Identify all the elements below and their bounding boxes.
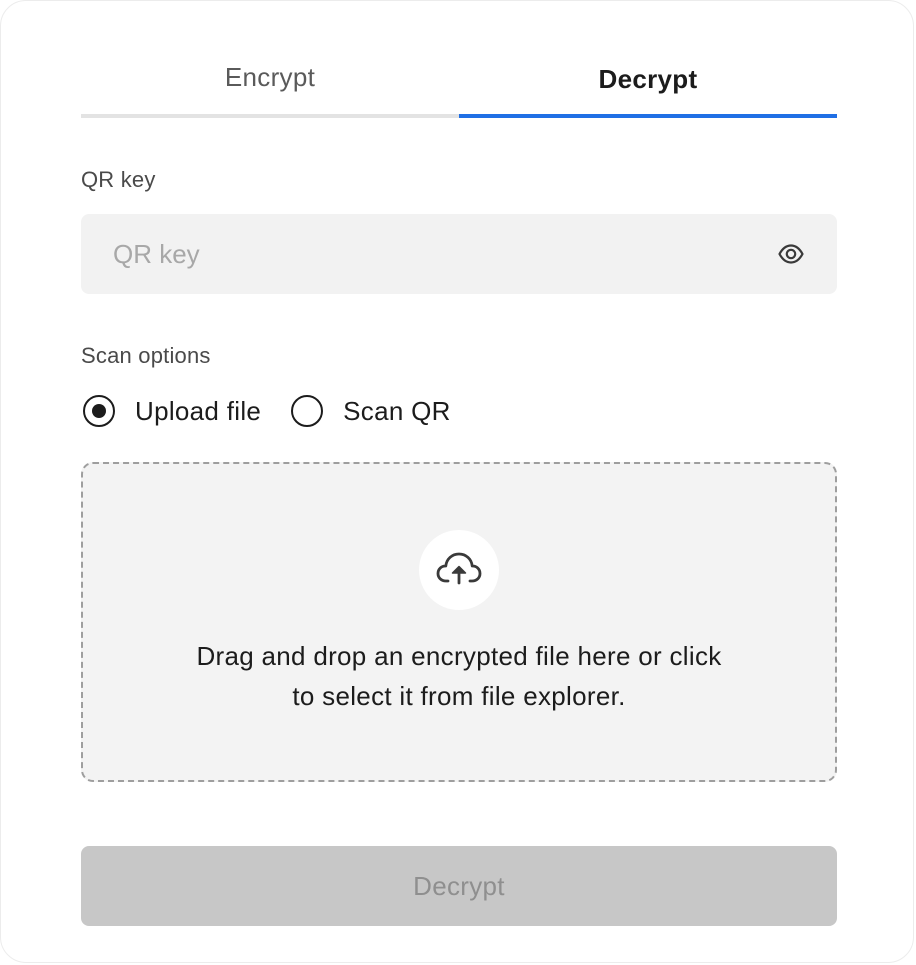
- dropzone-text-line1: Drag and drop an encrypted file here or …: [196, 641, 722, 671]
- tab-encrypt[interactable]: Encrypt: [81, 53, 459, 118]
- tab-encrypt-underline: [81, 114, 459, 118]
- radio-upload-file-label: Upload file: [135, 395, 262, 426]
- qr-key-input[interactable]: [81, 214, 761, 294]
- qr-key-label: QR key: [81, 167, 156, 192]
- upload-icon-badge: [419, 530, 499, 610]
- tab-encrypt-label: Encrypt: [224, 62, 316, 92]
- radio-scan-qr[interactable]: Scan QR: [289, 395, 451, 427]
- eye-icon[interactable]: [777, 240, 805, 268]
- decrypt-card: Encrypt Decrypt QR key Scan options Uplo…: [0, 0, 914, 963]
- tab-decrypt-underline: [459, 114, 837, 118]
- cloud-upload-icon: [435, 548, 483, 593]
- radio-upload-file[interactable]: Upload file: [81, 395, 261, 427]
- mode-tabs: Encrypt Decrypt: [81, 53, 837, 118]
- dropzone-instructions: Drag and drop an encrypted file here or …: [143, 636, 775, 716]
- radio-upload-file-indicator[interactable]: [83, 395, 115, 427]
- tab-decrypt-label: Decrypt: [598, 64, 698, 94]
- qr-key-field-container: [81, 214, 837, 294]
- radio-scan-qr-label: Scan QR: [343, 395, 451, 426]
- decrypt-button[interactable]: Decrypt: [81, 846, 837, 926]
- radio-scan-qr-indicator[interactable]: [291, 395, 324, 427]
- tab-decrypt[interactable]: Decrypt: [459, 53, 837, 118]
- dropzone-text-line2: to select it from file explorer.: [292, 681, 626, 711]
- scan-options-label: Scan options: [81, 343, 211, 368]
- scan-options-radio-group: Upload file Scan QR: [81, 389, 479, 433]
- file-dropzone[interactable]: Drag and drop an encrypted file here or …: [81, 462, 837, 782]
